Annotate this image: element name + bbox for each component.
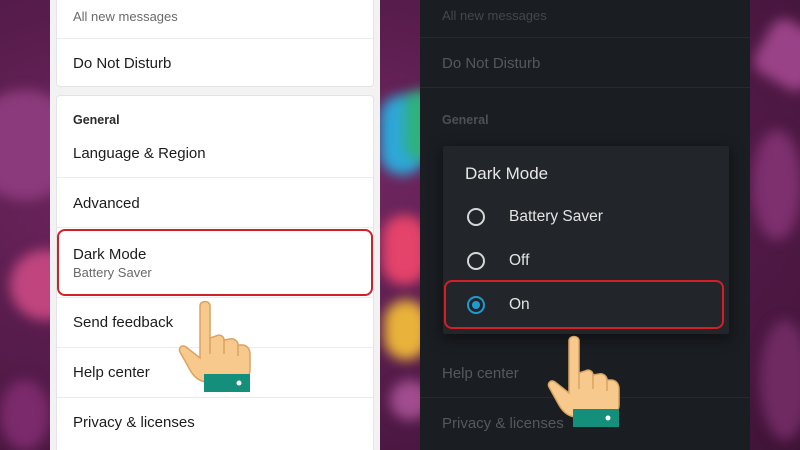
option-off-label: Off (509, 252, 530, 269)
send-feedback-label: Send feedback (73, 314, 174, 331)
dialog-title: Dark Mode (465, 164, 549, 183)
section-header-general: General (73, 113, 120, 127)
do-not-disturb-label: Do Not Disturb (73, 55, 172, 72)
radio-button-icon[interactable] (467, 252, 485, 270)
language-region-row[interactable]: Language & Region (57, 134, 373, 178)
option-battery-saver-label: Battery Saver (509, 208, 603, 225)
notifications-row[interactable]: All new messages (57, 0, 373, 39)
language-region-label: Language & Region (73, 145, 206, 162)
background-blob (0, 380, 50, 450)
background-blob (749, 14, 800, 96)
dark-do-not-disturb-label: Do Not Disturb (442, 55, 541, 72)
dark-mode-highlight-box (57, 229, 373, 296)
help-center-label: Help center (73, 364, 150, 381)
dark-notifications-subtitle: All new messages (442, 8, 547, 23)
dark-section-header-general: General (442, 113, 489, 127)
notifications-subtitle: All new messages (73, 9, 178, 24)
do-not-disturb-row[interactable]: Do Not Disturb (57, 39, 373, 88)
advanced-row[interactable]: Advanced (57, 178, 373, 228)
on-option-highlight-box (444, 280, 724, 329)
privacy-licenses-row[interactable]: Privacy & licenses (57, 398, 373, 450)
radio-button-icon[interactable] (467, 208, 485, 226)
pointing-hand-icon (178, 300, 251, 392)
advanced-label: Advanced (73, 195, 140, 212)
background-blob (760, 320, 800, 440)
dark-notifications-row[interactable]: All new messages (420, 0, 750, 38)
privacy-licenses-label: Privacy & licenses (73, 414, 195, 431)
option-battery-saver[interactable]: Battery Saver (443, 195, 729, 239)
background-blob (752, 130, 800, 240)
notifications-card: All new messages Do Not Disturb (56, 0, 374, 87)
dark-help-center-label: Help center (442, 365, 519, 382)
option-off[interactable]: Off (443, 239, 729, 283)
dark-do-not-disturb-row[interactable]: Do Not Disturb (420, 38, 750, 88)
pointing-hand-icon (547, 335, 620, 427)
